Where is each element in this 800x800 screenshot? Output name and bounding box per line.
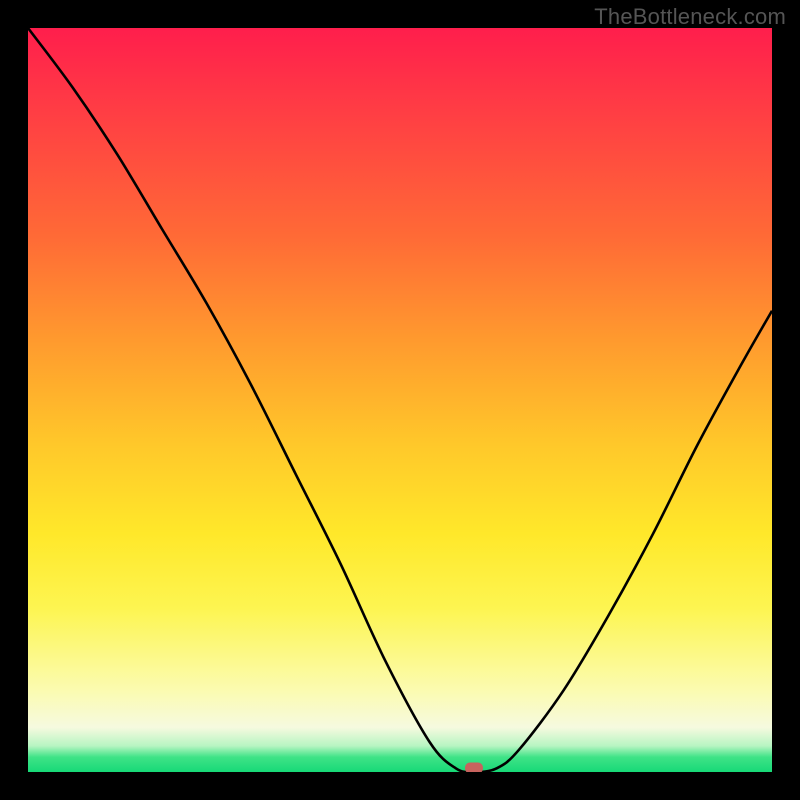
optimal-point-marker — [465, 763, 483, 772]
chart-frame: TheBottleneck.com — [0, 0, 800, 800]
plot-area — [28, 28, 772, 772]
bottleneck-curve — [28, 28, 772, 772]
watermark-text: TheBottleneck.com — [594, 4, 786, 30]
